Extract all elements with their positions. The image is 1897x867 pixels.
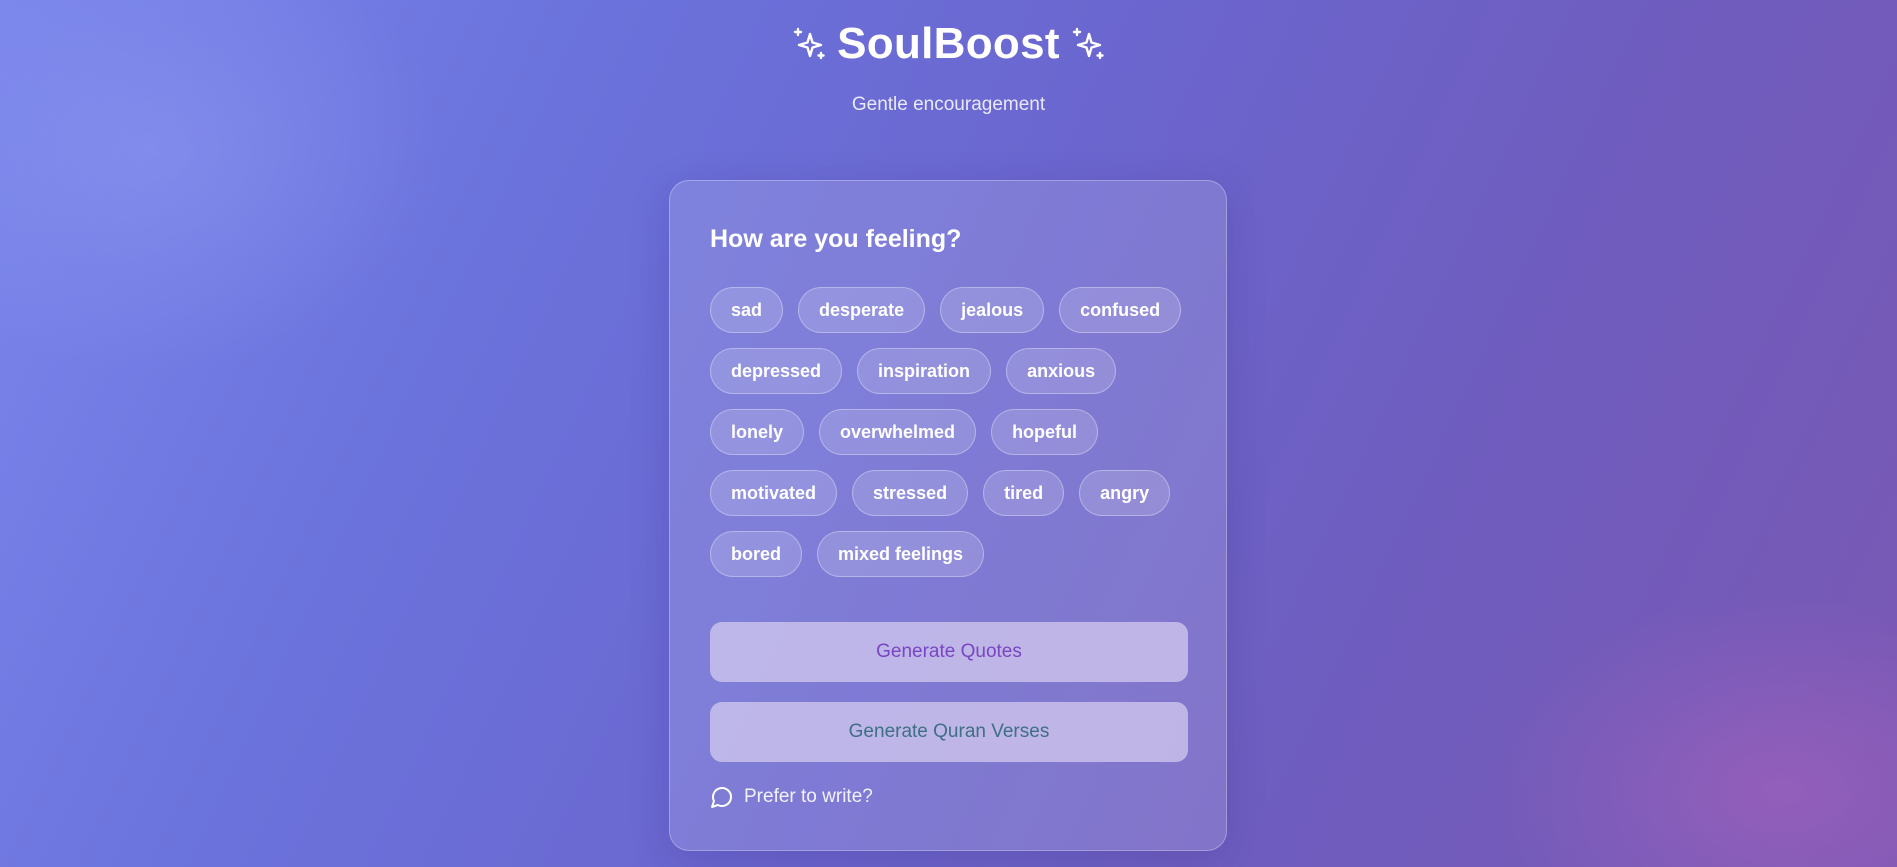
card-heading: How are you feeling? — [710, 225, 962, 253]
mood-chip-overwhelmed[interactable]: overwhelmed — [819, 409, 977, 455]
mood-chip-depressed[interactable]: depressed — [710, 348, 843, 394]
chip-row: bored mixed feelings — [710, 531, 1190, 577]
mood-chip-hopeful[interactable]: hopeful — [991, 409, 1099, 455]
chip-row: motivated stressed tired angry — [710, 470, 1190, 516]
sparkles-icon — [791, 26, 827, 62]
mood-chip-angry[interactable]: angry — [1079, 470, 1171, 516]
prefer-to-write-link[interactable]: Prefer to write? — [710, 785, 873, 809]
title-row: SoulBoost — [0, 18, 1897, 70]
generate-quotes-button[interactable]: Generate Quotes — [710, 622, 1188, 682]
mood-chip-stressed[interactable]: stressed — [852, 470, 969, 516]
mood-card: How are you feeling? sad desperate jealo… — [669, 180, 1227, 851]
message-circle-icon — [710, 785, 734, 809]
chip-row: sad desperate jealous confused — [710, 287, 1190, 333]
mood-chip-tired[interactable]: tired — [983, 470, 1065, 516]
mood-chip-jealous[interactable]: jealous — [940, 287, 1045, 333]
mood-chip-desperate[interactable]: desperate — [798, 287, 926, 333]
app-subtitle: Gentle encouragement — [851, 94, 1046, 115]
mood-chip-mixed-feelings[interactable]: mixed feelings — [817, 531, 985, 577]
mood-chip-anxious[interactable]: anxious — [1006, 348, 1117, 394]
chip-row: depressed inspiration anxious — [710, 348, 1190, 394]
mood-chip-sad[interactable]: sad — [710, 287, 784, 333]
mood-chip-bored[interactable]: bored — [710, 531, 803, 577]
prefer-to-write-label: Prefer to write? — [744, 786, 873, 807]
sparkles-icon — [1070, 26, 1106, 62]
chip-row: lonely overwhelmed hopeful — [710, 409, 1190, 455]
mood-chip-list: sad desperate jealous confused depressed… — [710, 287, 1190, 592]
mood-chip-motivated[interactable]: motivated — [710, 470, 838, 516]
mood-chip-inspiration[interactable]: inspiration — [857, 348, 992, 394]
mood-chip-lonely[interactable]: lonely — [710, 409, 805, 455]
generate-quran-verses-button[interactable]: Generate Quran Verses — [710, 702, 1188, 762]
app-title: SoulBoost — [837, 19, 1060, 68]
mood-chip-confused[interactable]: confused — [1059, 287, 1182, 333]
